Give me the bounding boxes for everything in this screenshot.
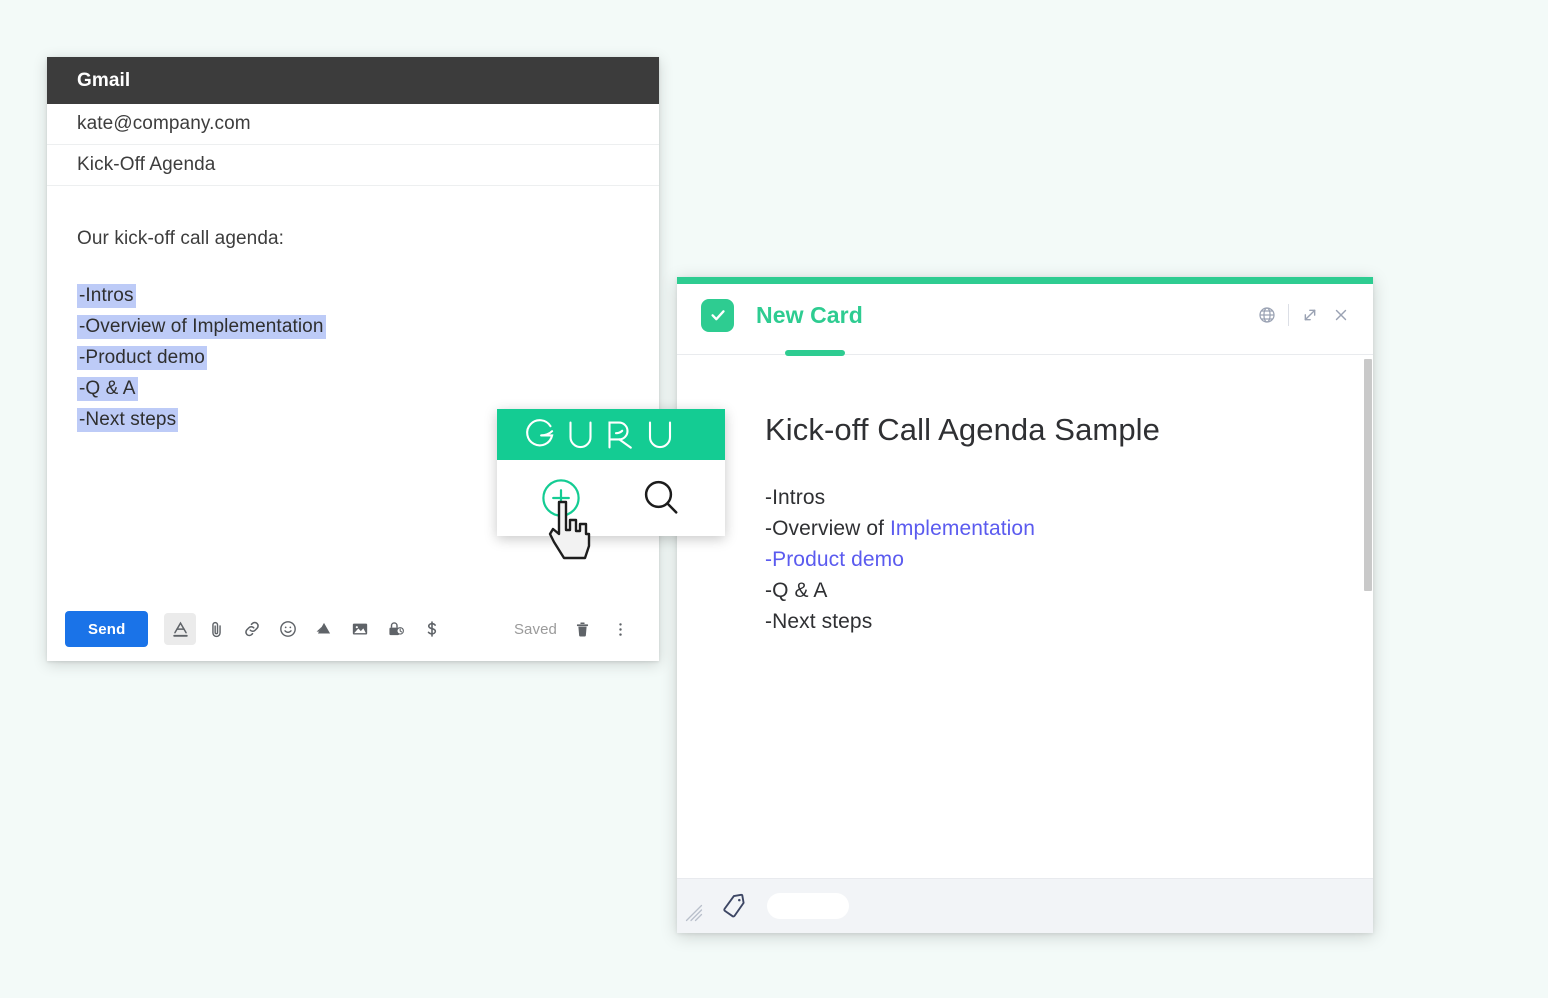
card-agenda-link[interactable]: -Product demo (765, 548, 904, 571)
agenda-line-text: -Overview of Implementation (77, 315, 326, 339)
card-accent-bar (677, 277, 1373, 284)
gmail-compose-window: Gmail kate@company.com Kick-Off Agenda O… (47, 57, 659, 661)
card-scrollbar-thumb[interactable] (1364, 359, 1372, 591)
card-tab-strip (677, 346, 1373, 356)
guru-logo-bar (497, 409, 725, 460)
more-options-icon[interactable] (607, 615, 633, 643)
card-agenda-link[interactable]: Implementation (890, 517, 1035, 540)
card-agenda-text: -Q & A (765, 579, 828, 602)
card-title: New Card (756, 301, 863, 328)
card-agenda-line: -Next steps (765, 606, 1333, 637)
gmail-compose-toolbar: Send Saved (47, 597, 659, 661)
compose-toolbar-right: Saved (514, 615, 633, 643)
guru-floating-widget (497, 409, 725, 536)
guru-logo (526, 418, 672, 449)
card-scrollbar[interactable] (1364, 355, 1373, 878)
card-footer (677, 878, 1373, 933)
subject-field[interactable]: Kick-Off Agenda (47, 145, 659, 186)
resize-grip-icon[interactable] (685, 904, 703, 927)
expand-icon[interactable] (1300, 305, 1320, 325)
tag-chip[interactable] (767, 893, 849, 919)
saved-status: Saved (513, 620, 557, 638)
attach-file-icon[interactable] (200, 613, 232, 645)
google-drive-icon[interactable] (308, 613, 340, 645)
insert-photo-icon[interactable] (344, 613, 376, 645)
agenda-line-text: -Product demo (77, 346, 207, 370)
card-agenda-line: -Q & A (765, 575, 1333, 606)
recipient-value: kate@company.com (77, 113, 251, 134)
insert-money-icon[interactable] (416, 613, 448, 645)
guru-card-panel: New Card Kick-off Call Agenda Sample -In… (677, 277, 1373, 933)
email-body-intro: Our kick-off call agenda: (77, 228, 285, 249)
agenda-line-text: -Intros (77, 284, 136, 308)
gmail-titlebar: Gmail (47, 57, 659, 104)
card-content-area[interactable]: Kick-off Call Agenda Sample -Intros -Ove… (677, 355, 1373, 878)
tag-icon[interactable] (721, 893, 747, 919)
agenda-line-text: -Q & A (77, 377, 138, 401)
globe-icon[interactable] (1257, 305, 1277, 325)
checkbox-checked-icon[interactable] (701, 298, 734, 332)
card-header: New Card (677, 284, 1373, 346)
agenda-line: -Product demo (77, 342, 629, 373)
subject-value: Kick-Off Agenda (77, 154, 216, 175)
card-agenda-line: -Overview of Implementation (765, 513, 1333, 544)
card-agenda-text: -Intros (765, 486, 826, 509)
card-agenda-text: -Next steps (765, 610, 873, 633)
add-card-icon[interactable] (533, 470, 589, 526)
card-agenda-line: -Intros (765, 482, 1333, 513)
card-heading: Kick-off Call Agenda Sample (765, 412, 1161, 447)
confidential-mode-icon[interactable] (380, 613, 412, 645)
close-icon[interactable] (1331, 305, 1351, 325)
agenda-line: -Q & A (77, 373, 629, 404)
gmail-app-title: Gmail (77, 69, 131, 91)
search-icon[interactable] (633, 470, 689, 526)
recipient-field[interactable]: kate@company.com (47, 104, 659, 145)
insert-emoji-icon[interactable] (272, 613, 304, 645)
send-button[interactable]: Send (65, 611, 149, 647)
agenda-line: -Overview of Implementation (77, 311, 629, 342)
guru-action-row (497, 460, 725, 536)
agenda-line: -Intros (77, 280, 629, 311)
format-text-icon[interactable] (164, 613, 197, 645)
trash-icon[interactable] (569, 615, 595, 643)
compose-tool-icons (164, 613, 448, 645)
header-divider (1288, 304, 1289, 326)
agenda-line-text: -Next steps (77, 408, 179, 432)
card-header-actions (1257, 304, 1351, 326)
insert-link-icon[interactable] (236, 613, 268, 645)
card-agenda-text: -Overview of (765, 517, 890, 540)
card-agenda-line: -Product demo (765, 544, 1333, 575)
